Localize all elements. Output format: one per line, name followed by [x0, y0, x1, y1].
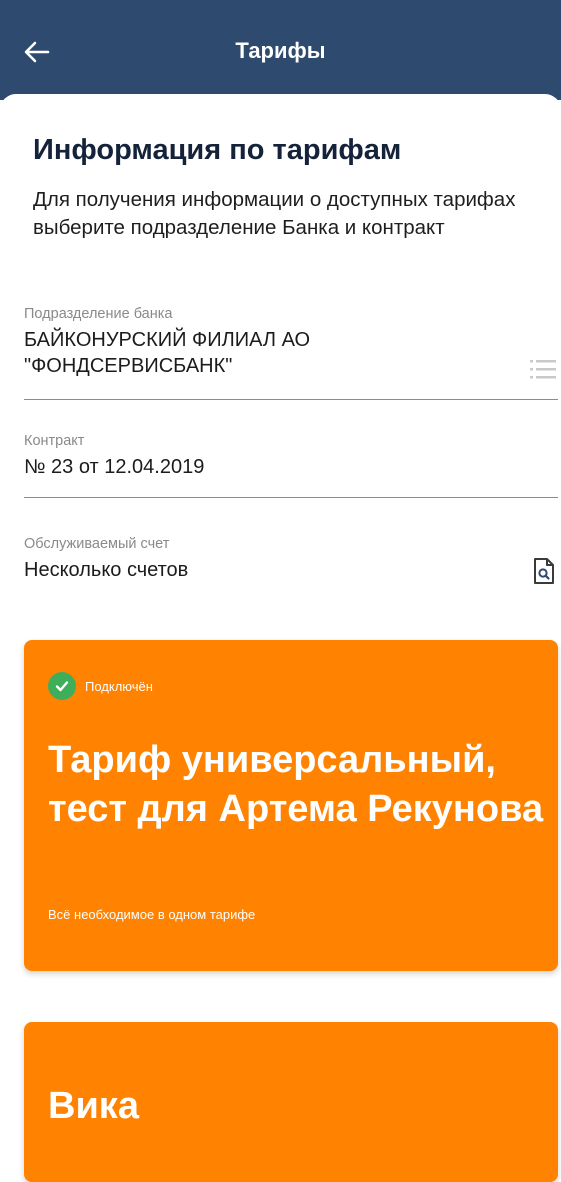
division-field[interactable]: Подразделение банка БАЙКОНУРСКИЙ ФИЛИАЛ …: [24, 305, 558, 401]
division-underline: [24, 399, 558, 400]
document-search-icon[interactable]: [532, 557, 556, 590]
division-value: БАЙКОНУРСКИЙ ФИЛИАЛ АО "ФОНДСЕРВИСБАНК": [24, 329, 311, 377]
page-title: Тарифы: [235, 38, 326, 63]
account-value: Несколько счетов: [24, 559, 189, 581]
app-bar: Тарифы: [0, 0, 561, 100]
tariff-card[interactable]: Подключён Тариф универсальный, тест для …: [24, 640, 558, 971]
contract-field[interactable]: Контракт № 23 от 12.04.2019: [24, 432, 558, 500]
list-icon[interactable]: [530, 357, 556, 386]
tariff-card[interactable]: Вика: [24, 1022, 558, 1182]
contract-value: № 23 от 12.04.2019: [24, 456, 205, 478]
connected-status: Подключён: [48, 672, 153, 700]
account-field: Обслуживаемый счет Несколько счетов: [24, 535, 558, 595]
content-sheet: [0, 94, 561, 1148]
account-label: Обслуживаемый счет: [24, 536, 170, 552]
contract-underline: [24, 497, 558, 498]
contract-label: Контракт: [24, 433, 85, 449]
tariff-subtitle: Всё необходимое в одном тарифе: [48, 907, 256, 922]
status-label: Подключён: [85, 678, 153, 694]
division-label: Подразделение банка: [24, 306, 173, 322]
intro-text: Для получения информации о доступных тар…: [33, 188, 516, 239]
section-heading: Информация по тарифам: [33, 134, 402, 166]
tariff-title: Вика: [48, 1085, 139, 1127]
tariff-title: Тариф универсальный, тест для Артема Рек…: [48, 739, 544, 830]
check-circle-icon: [48, 672, 76, 700]
